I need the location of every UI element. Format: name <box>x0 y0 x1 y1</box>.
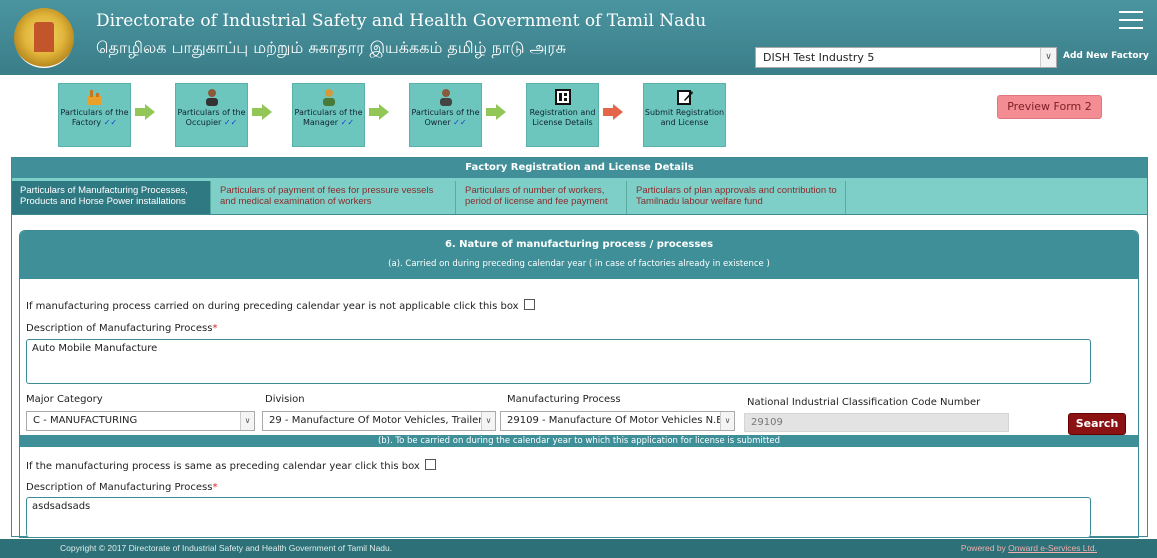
tamil-nadu-emblem-logo <box>14 8 74 68</box>
division-select[interactable]: 29 - Manufacture Of Motor Vehicles, Trai… <box>262 411 496 431</box>
major-category-select[interactable]: C - MANUFACTURING ∨ <box>26 411 255 431</box>
step-registration-details[interactable]: Registration and License Details <box>526 83 599 147</box>
step-manager[interactable]: Particulars of the Manager ✓✓ <box>292 83 365 147</box>
same-process-text: If the manufacturing process is same as … <box>26 461 420 472</box>
description-textarea-b[interactable]: asdsadsads <box>26 497 1091 537</box>
nic-code-field: 29109 <box>744 413 1009 432</box>
not-applicable-text: If manufacturing process carried on duri… <box>26 301 519 312</box>
description-label-a: Description of Manufacturing Process* <box>26 323 218 334</box>
copyright-text: Copyright © 2017 Directorate of Industri… <box>60 543 393 553</box>
factory-select-value: DISH Test Industry 5 <box>763 51 875 64</box>
tab-fees-pressure-vessels[interactable]: Particulars of payment of fees for press… <box>212 181 456 214</box>
arrow-right-icon <box>252 104 272 120</box>
description-textarea-a[interactable]: Auto Mobile Manufacture <box>26 339 1091 384</box>
step-factory[interactable]: Particulars of the Factory ✓✓ <box>58 83 131 147</box>
header-title-english: Directorate of Industrial Safety and Hea… <box>96 11 707 31</box>
manager-icon <box>322 89 335 106</box>
preview-form-button[interactable]: Preview Form 2 <box>997 95 1102 119</box>
section-header: 6. Nature of manufacturing process / pro… <box>20 231 1138 279</box>
arrow-right-icon <box>369 104 389 120</box>
same-process-checkbox[interactable] <box>425 459 437 470</box>
same-process-row: If the manufacturing process is same as … <box>26 459 437 472</box>
factory-icon <box>87 90 102 105</box>
tab-plan-approvals[interactable]: Particulars of plan approvals and contri… <box>628 181 846 214</box>
factory-select[interactable]: DISH Test Industry 5 ∨ <box>755 47 1057 68</box>
tab-number-of-workers[interactable]: Particulars of number of workers, period… <box>457 181 627 214</box>
footer: Copyright © 2017 Directorate of Industri… <box>0 539 1157 558</box>
onward-eservices-link[interactable]: Onward e-Services Ltd. <box>1008 543 1097 553</box>
chevron-down-icon: ∨ <box>240 412 254 430</box>
nic-code-label: National Industrial Classification Code … <box>747 397 981 408</box>
search-button[interactable]: Search <box>1068 413 1126 435</box>
not-applicable-checkbox[interactable] <box>523 299 535 310</box>
header-bar: Directorate of Industrial Safety and Hea… <box>0 0 1157 75</box>
step-occupier[interactable]: Particulars of the Occupier ✓✓ <box>175 83 248 147</box>
chevron-down-icon: ∨ <box>1040 48 1056 67</box>
section-subtitle-b: (b). To be carried on during the calenda… <box>20 435 1138 447</box>
arrow-right-icon <box>603 104 623 120</box>
manufacturing-process-select[interactable]: 29109 - Manufacture Of Motor Vehicles N.… <box>500 411 735 431</box>
major-category-label: Major Category <box>26 394 103 405</box>
person-icon <box>205 89 218 106</box>
chevron-down-icon: ∨ <box>720 412 734 430</box>
powered-by: Powered by Onward e-Services Ltd. <box>960 543 1097 553</box>
chevron-down-icon: ∨ <box>481 412 495 430</box>
header-title-tamil: தொழிலக பாதுகாப்பு மற்றும் சுகாதார இயக்கக… <box>96 38 567 57</box>
owner-icon <box>439 89 452 106</box>
division-label: Division <box>265 394 305 405</box>
section-subtitle-a: (a). Carried on during preceding calenda… <box>388 259 770 269</box>
section-title: 6. Nature of manufacturing process / pro… <box>444 239 714 250</box>
manufacturing-process-label: Manufacturing Process <box>507 394 621 405</box>
tab-bar: Particulars of Manufacturing Processes, … <box>12 178 1147 215</box>
document-icon <box>554 89 571 105</box>
description-label-b: Description of Manufacturing Process* <box>26 482 218 493</box>
manufacturing-process-section: 6. Nature of manufacturing process / pro… <box>19 230 1139 538</box>
arrow-right-icon <box>135 104 155 120</box>
add-new-factory-link[interactable]: Add New Factory <box>1063 51 1149 61</box>
not-applicable-row: If manufacturing process carried on duri… <box>26 299 535 312</box>
registration-panel: Factory Registration and License Details… <box>11 157 1148 538</box>
edit-icon <box>676 90 693 105</box>
panel-title: Factory Registration and License Details <box>12 158 1147 178</box>
step-submit[interactable]: Submit Registration and License <box>643 83 726 147</box>
arrow-right-icon <box>486 104 506 120</box>
step-owner[interactable]: Particulars of the Owner ✓✓ <box>409 83 482 147</box>
menu-icon[interactable] <box>1119 11 1143 31</box>
registration-steps: Particulars of the Factory ✓✓ Particular… <box>0 75 1157 155</box>
tab-manufacturing-processes[interactable]: Particulars of Manufacturing Processes, … <box>12 181 211 214</box>
